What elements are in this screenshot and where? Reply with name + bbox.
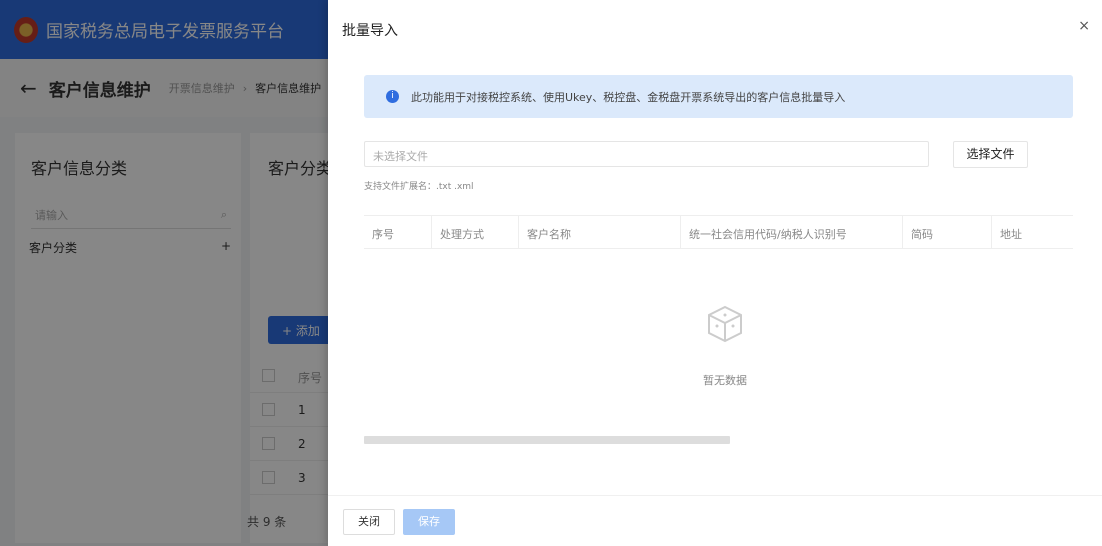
horizontal-scrollbar[interactable] — [364, 436, 730, 444]
close-icon[interactable]: × — [1078, 18, 1090, 34]
empty-text: 暂无数据 — [703, 374, 747, 387]
col-customer-name: 客户名称 — [519, 216, 681, 248]
col-process-method: 处理方式 — [432, 216, 519, 248]
drawer-title: 批量导入 — [342, 23, 398, 39]
info-banner: i 此功能用于对接税控系统、使用Ukey、税控盘、金税盘开票系统导出的客户信息批… — [364, 75, 1073, 118]
import-table-header: 序号 处理方式 客户名称 统一社会信用代码/纳税人识别号 简码 地址 — [364, 215, 1073, 249]
info-text: 此功能用于对接税控系统、使用Ukey、税控盘、金税盘开票系统导出的客户信息批量导… — [411, 90, 846, 104]
close-button[interactable]: 关闭 — [343, 509, 395, 535]
col-index: 序号 — [364, 216, 432, 248]
col-tax-id: 统一社会信用代码/纳税人识别号 — [681, 216, 903, 248]
col-address: 地址 — [1000, 228, 1022, 241]
save-button[interactable]: 保存 — [403, 509, 455, 535]
col-short-code: 简码 — [903, 216, 992, 248]
file-extension-hint: 支持文件扩展名：.txt .xml — [364, 182, 474, 192]
empty-box-icon — [708, 305, 742, 343]
file-input[interactable]: 未选择文件 — [364, 141, 929, 167]
batch-import-drawer: 批量导入 × i 此功能用于对接税控系统、使用Ukey、税控盘、金税盘开票系统导… — [328, 0, 1102, 546]
drawer-footer: 关闭 保存 — [328, 495, 1102, 546]
info-icon: i — [386, 90, 399, 103]
select-file-button[interactable]: 选择文件 — [953, 141, 1028, 168]
